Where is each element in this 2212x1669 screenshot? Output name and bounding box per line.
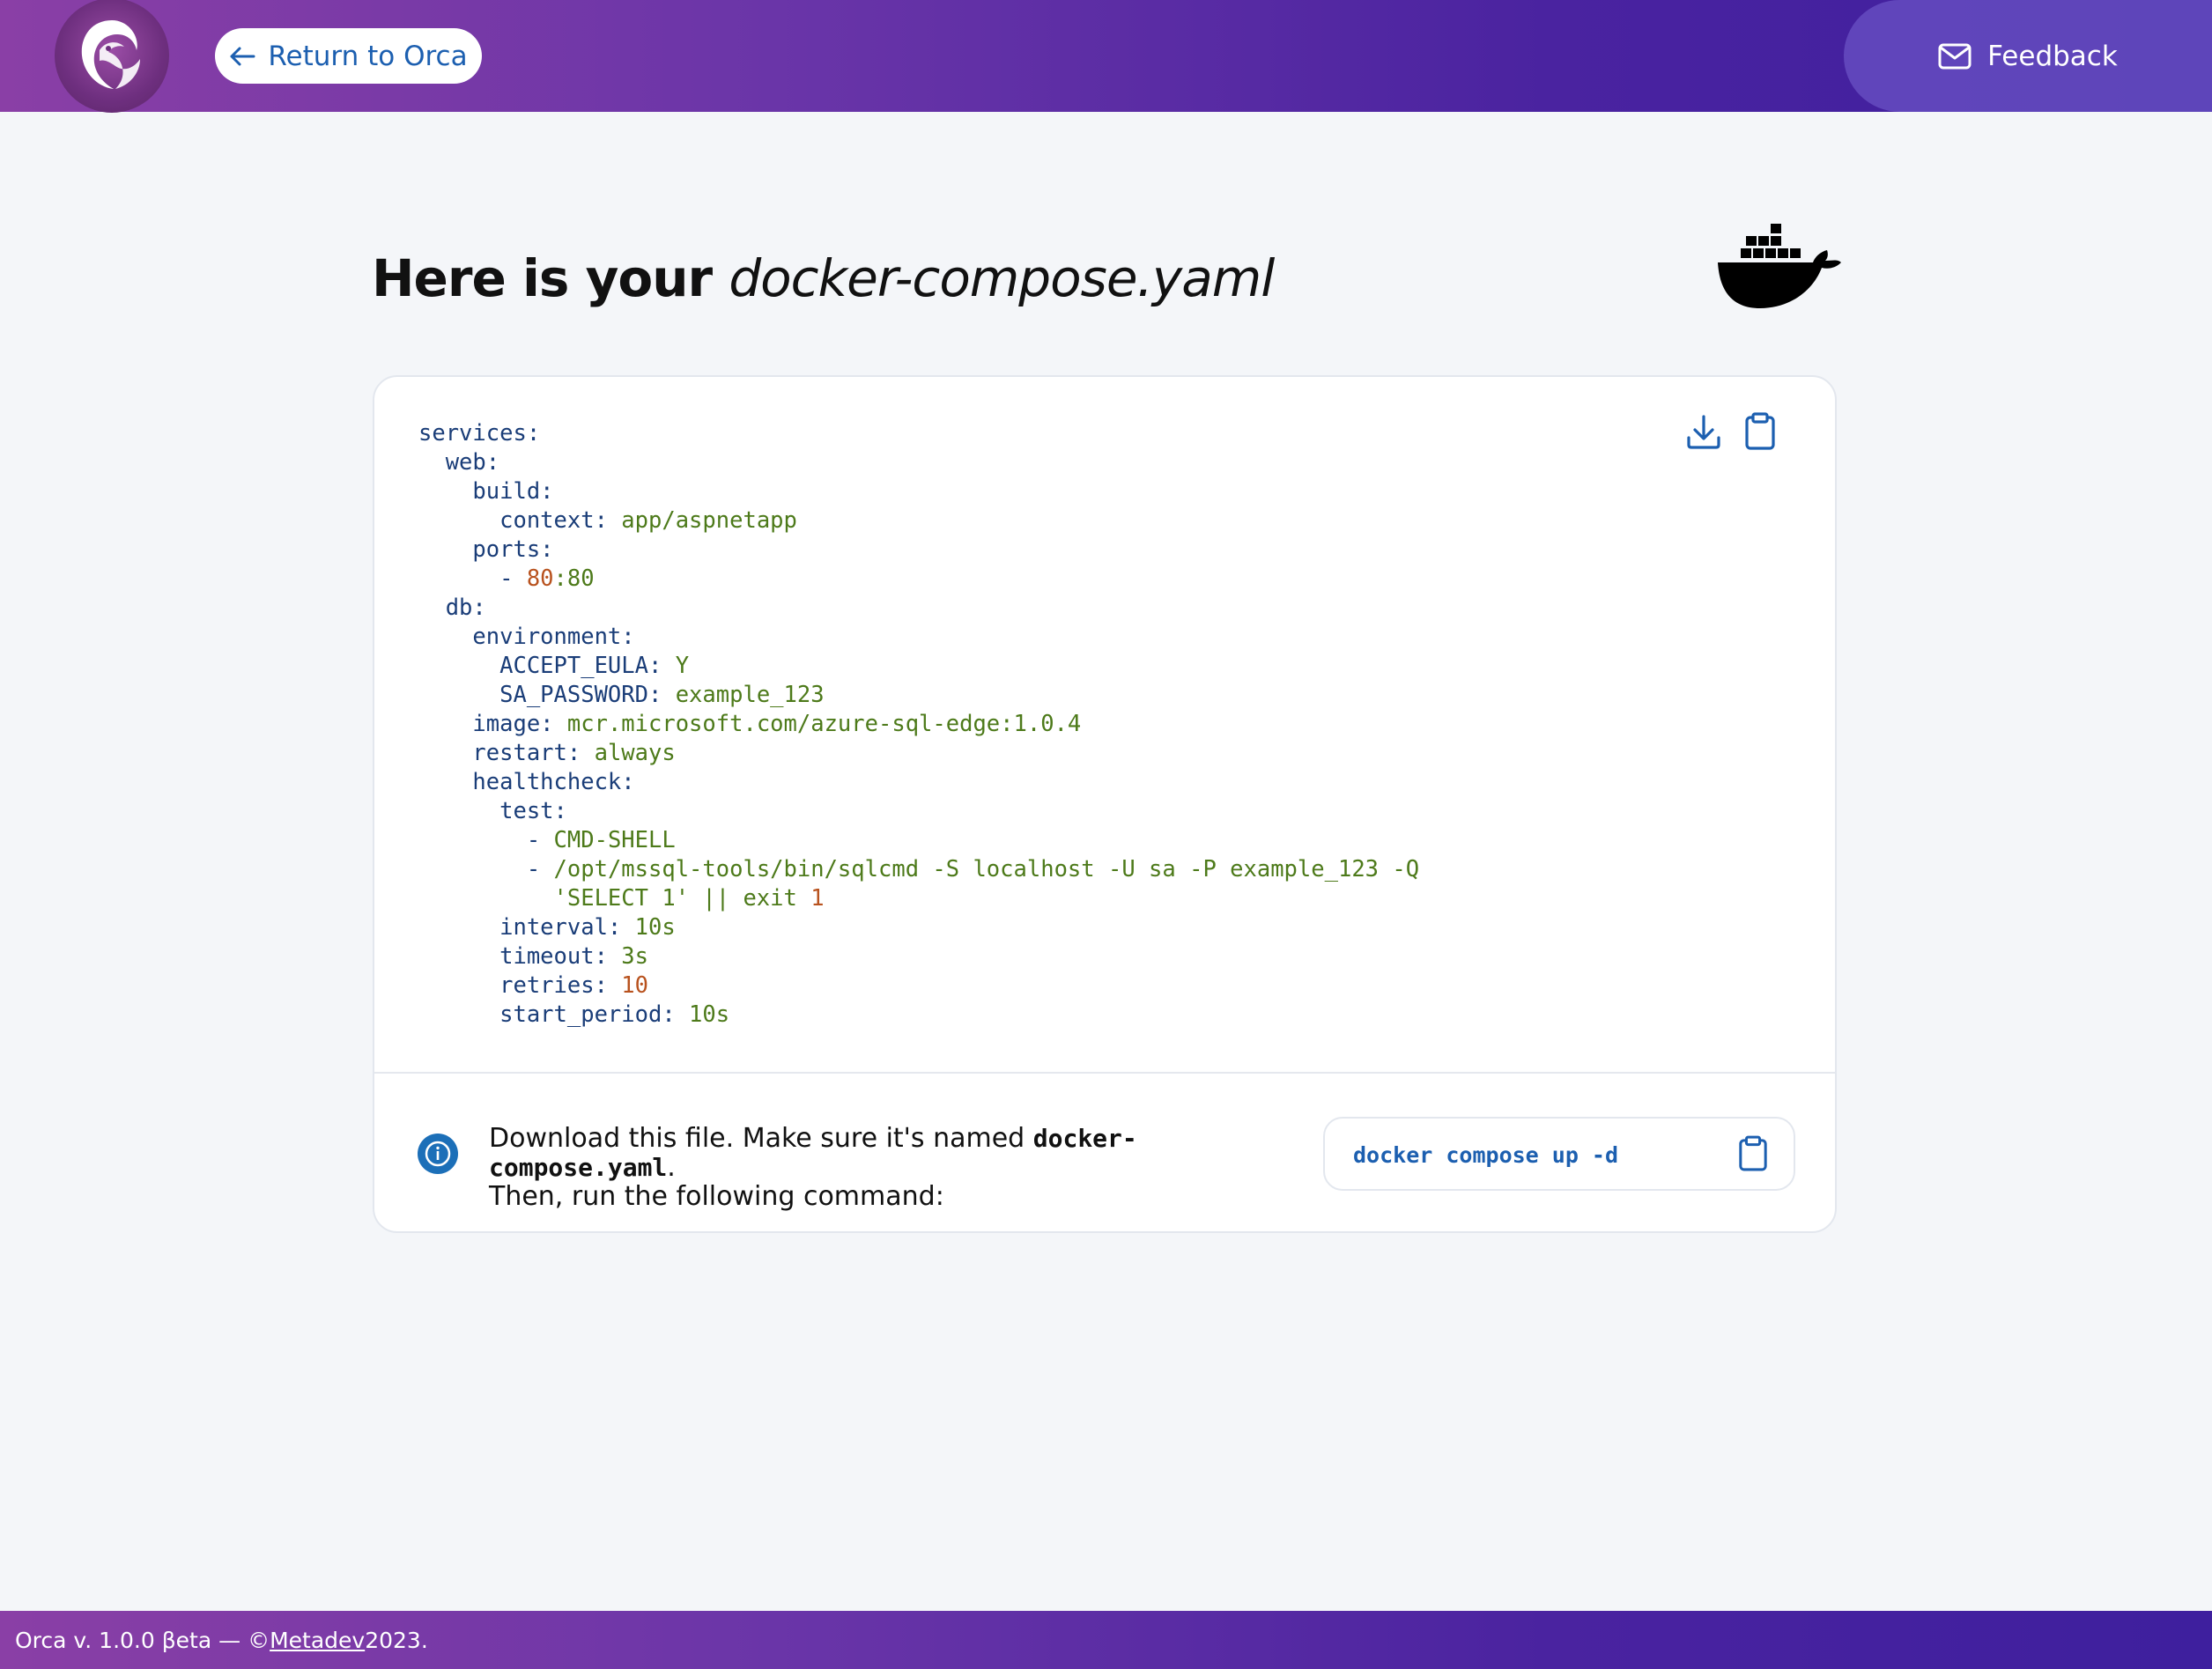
code-token: environment: bbox=[418, 624, 635, 650]
copy-command-button[interactable] bbox=[1732, 1133, 1774, 1175]
code-line: start_period: 10s bbox=[418, 1001, 729, 1028]
code-token: web: bbox=[418, 449, 500, 476]
code-token: - bbox=[418, 856, 554, 883]
code-token: 10s bbox=[634, 914, 676, 941]
code-line: timeout: 3s bbox=[418, 943, 648, 970]
code-line: - /opt/mssql-tools/bin/sqlcmd -S localho… bbox=[418, 856, 1419, 883]
instructions-text: Download this file. Make sure it's named… bbox=[489, 1124, 1282, 1211]
code-token: test: bbox=[418, 798, 567, 824]
code-token: 'SELECT 1' || exit bbox=[418, 885, 811, 912]
code-token: example_123 bbox=[675, 682, 825, 708]
top-bar: Return to Orca Feedback bbox=[0, 0, 2212, 113]
yaml-code-block[interactable]: services: web: build: context: app/aspne… bbox=[418, 419, 1419, 1030]
code-line: test: bbox=[418, 798, 567, 824]
code-line: ACCEPT_EULA: Y bbox=[418, 653, 689, 679]
command-text[interactable]: docker compose up -d bbox=[1353, 1142, 1618, 1168]
mail-icon bbox=[1938, 43, 1972, 69]
page-title-filename: docker-compose.yaml bbox=[729, 248, 1275, 308]
code-token: 3s bbox=[621, 943, 649, 970]
arrow-left-icon bbox=[230, 47, 255, 65]
code-line: ports: bbox=[418, 536, 554, 563]
code-token: interval: bbox=[418, 914, 635, 941]
code-token: app/aspnetapp bbox=[621, 507, 797, 534]
code-token: db: bbox=[418, 594, 486, 621]
code-line: image: mcr.microsoft.com/azure-sql-edge:… bbox=[418, 711, 1081, 737]
code-token: SA_PASSWORD: bbox=[418, 682, 676, 708]
code-line: services: bbox=[418, 420, 540, 447]
code-token: CMD-SHELL bbox=[553, 827, 676, 853]
footer-suffix: 2023. bbox=[365, 1627, 428, 1653]
code-token: /opt/mssql-tools/bin/sqlcmd -S localhost… bbox=[553, 856, 1420, 883]
download-button[interactable] bbox=[1683, 410, 1725, 453]
instructions-line2: Then, run the following command: bbox=[489, 1181, 944, 1212]
code-token: always bbox=[594, 740, 676, 766]
code-line: db: bbox=[418, 594, 486, 621]
code-token: Y bbox=[675, 653, 690, 679]
return-to-orca-label: Return to Orca bbox=[268, 40, 468, 72]
code-line: web: bbox=[418, 449, 499, 476]
code-line: context: app/aspnetapp bbox=[418, 507, 797, 534]
code-token: 1 bbox=[810, 885, 825, 912]
code-token: - bbox=[418, 565, 527, 592]
code-token: context: bbox=[418, 507, 622, 534]
code-line: 'SELECT 1' || exit 1 bbox=[418, 885, 825, 912]
footer-prefix: Orca v. 1.0.0 βeta — © bbox=[15, 1627, 270, 1653]
code-token: image: bbox=[418, 711, 567, 737]
code-token: healthcheck: bbox=[418, 769, 635, 795]
code-line: SA_PASSWORD: example_123 bbox=[418, 682, 825, 708]
page-title-prefix: Here is your bbox=[372, 248, 713, 308]
code-token: services: bbox=[418, 420, 541, 447]
copy-yaml-button[interactable] bbox=[1739, 410, 1781, 453]
page-title: Here is your docker-compose.yaml bbox=[372, 248, 1275, 308]
instructions-part2: . bbox=[667, 1152, 676, 1183]
code-token: :80 bbox=[553, 565, 595, 592]
code-line: build: bbox=[418, 478, 554, 505]
code-token: 80 bbox=[526, 565, 554, 592]
footer: Orca v. 1.0.0 βeta — © Metadev 2023. bbox=[0, 1611, 2212, 1669]
docker-whale-icon bbox=[1718, 224, 1841, 308]
command-box: docker compose up -d bbox=[1323, 1117, 1795, 1191]
clipboard-icon bbox=[1745, 412, 1775, 450]
feedback-label: Feedback bbox=[1987, 40, 2118, 72]
code-token: 10s bbox=[689, 1001, 730, 1028]
code-line: healthcheck: bbox=[418, 769, 635, 795]
code-line: restart: always bbox=[418, 740, 676, 766]
code-token: timeout: bbox=[418, 943, 622, 970]
code-token: build: bbox=[418, 478, 554, 505]
code-token: retries: bbox=[418, 972, 622, 999]
code-token: start_period: bbox=[418, 1001, 690, 1028]
clipboard-icon bbox=[1739, 1135, 1767, 1171]
instructions-part1: Download this file. Make sure it's named bbox=[489, 1123, 1033, 1154]
code-line: environment: bbox=[418, 624, 635, 650]
code-token: mcr.microsoft.com/azure-sql-edge:1.0.4 bbox=[566, 711, 1082, 737]
info-icon bbox=[418, 1134, 458, 1174]
code-token: restart: bbox=[418, 740, 595, 766]
code-line: interval: 10s bbox=[418, 914, 676, 941]
card-divider bbox=[374, 1072, 1835, 1074]
return-to-orca-button[interactable]: Return to Orca bbox=[215, 28, 482, 84]
code-line: retries: 10 bbox=[418, 972, 648, 999]
feedback-button[interactable]: Feedback bbox=[1844, 0, 2212, 112]
metadev-link[interactable]: Metadev bbox=[270, 1628, 365, 1653]
download-icon bbox=[1687, 415, 1720, 449]
code-token: ACCEPT_EULA: bbox=[418, 653, 676, 679]
code-token: - bbox=[418, 827, 554, 853]
orca-logo-icon[interactable] bbox=[55, 0, 169, 113]
compose-file-card: services: web: build: context: app/aspne… bbox=[373, 375, 1837, 1233]
code-token: ports: bbox=[418, 536, 554, 563]
code-line: - 80:80 bbox=[418, 565, 595, 592]
code-line: - CMD-SHELL bbox=[418, 827, 676, 853]
code-token: 10 bbox=[621, 972, 649, 999]
